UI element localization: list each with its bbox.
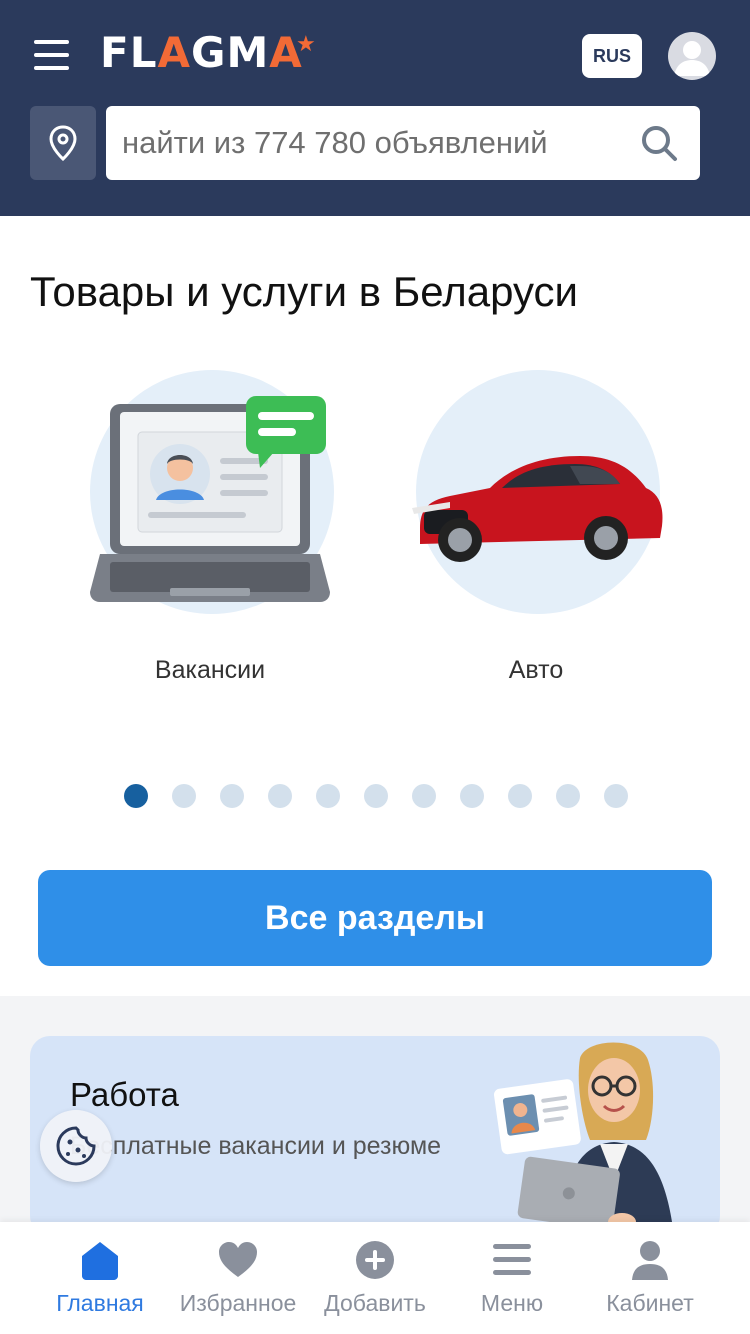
- category-card-auto[interactable]: Авто: [406, 368, 666, 698]
- nav-home[interactable]: Главная: [25, 1222, 175, 1334]
- category-card-vacancies[interactable]: Вакансии: [80, 368, 340, 698]
- header: FLAGMA ★ RUS: [0, 0, 750, 216]
- plus-circle-icon: [356, 1241, 394, 1279]
- nav-menu[interactable]: Меню: [437, 1222, 587, 1334]
- user-icon: [632, 1241, 668, 1280]
- language-button[interactable]: RUS: [582, 34, 642, 78]
- woman-with-laptop-illustration: [493, 1042, 674, 1236]
- bottom-navigation: Главная Избранное Добавить Меню Кабинет: [0, 1222, 750, 1334]
- logo-text: GM: [190, 28, 270, 77]
- carousel-dot[interactable]: [364, 784, 388, 808]
- carousel-pagination: [124, 784, 628, 808]
- nav-label: Кабинет: [606, 1290, 694, 1316]
- nav-add[interactable]: Добавить: [300, 1222, 450, 1334]
- search-box: [106, 106, 700, 180]
- carousel-dot[interactable]: [172, 784, 196, 808]
- search-input[interactable]: [122, 106, 622, 180]
- carousel-dot[interactable]: [460, 784, 484, 808]
- heart-icon: [219, 1242, 257, 1277]
- carousel-dot[interactable]: [556, 784, 580, 808]
- category-label: Вакансии: [154, 656, 266, 684]
- location-icon: [49, 125, 77, 161]
- cookie-icon: [56, 1126, 96, 1166]
- location-button[interactable]: [30, 106, 96, 180]
- carousel-dot[interactable]: [124, 784, 148, 808]
- page-title: Товары и услуги в Беларуси: [30, 268, 579, 315]
- carousel-dot[interactable]: [412, 784, 436, 808]
- menu-icon: [493, 1244, 531, 1275]
- user-icon[interactable]: [668, 32, 716, 80]
- promo-title: Работа: [70, 1076, 179, 1113]
- carousel-dot[interactable]: [268, 784, 292, 808]
- red-car-illustration: [412, 456, 663, 562]
- menu-icon[interactable]: [34, 40, 69, 70]
- all-sections-button[interactable]: Все разделы: [38, 870, 712, 966]
- cookie-settings-button[interactable]: [40, 1110, 112, 1182]
- promo-subtitle: Бесплатные вакансии и резюме: [70, 1132, 442, 1160]
- search-icon[interactable]: [640, 124, 678, 162]
- carousel-dot[interactable]: [316, 784, 340, 808]
- star-icon: ★: [296, 32, 317, 57]
- carousel-dot[interactable]: [220, 784, 244, 808]
- logo-text: FL: [100, 28, 158, 77]
- nav-favorites[interactable]: Избранное: [163, 1222, 313, 1334]
- logo-text: A: [157, 28, 191, 77]
- carousel-dot[interactable]: [508, 784, 532, 808]
- job-promo-card[interactable]: Работа Бесплатные вакансии и резюме: [30, 1036, 720, 1236]
- nav-cabinet[interactable]: Кабинет: [575, 1222, 725, 1334]
- flagma-logo[interactable]: FLAGMA ★: [100, 28, 316, 78]
- laptop-resume-illustration: [90, 396, 330, 602]
- category-label: Авто: [508, 656, 564, 684]
- carousel-dot[interactable]: [604, 784, 628, 808]
- home-icon: [82, 1242, 118, 1280]
